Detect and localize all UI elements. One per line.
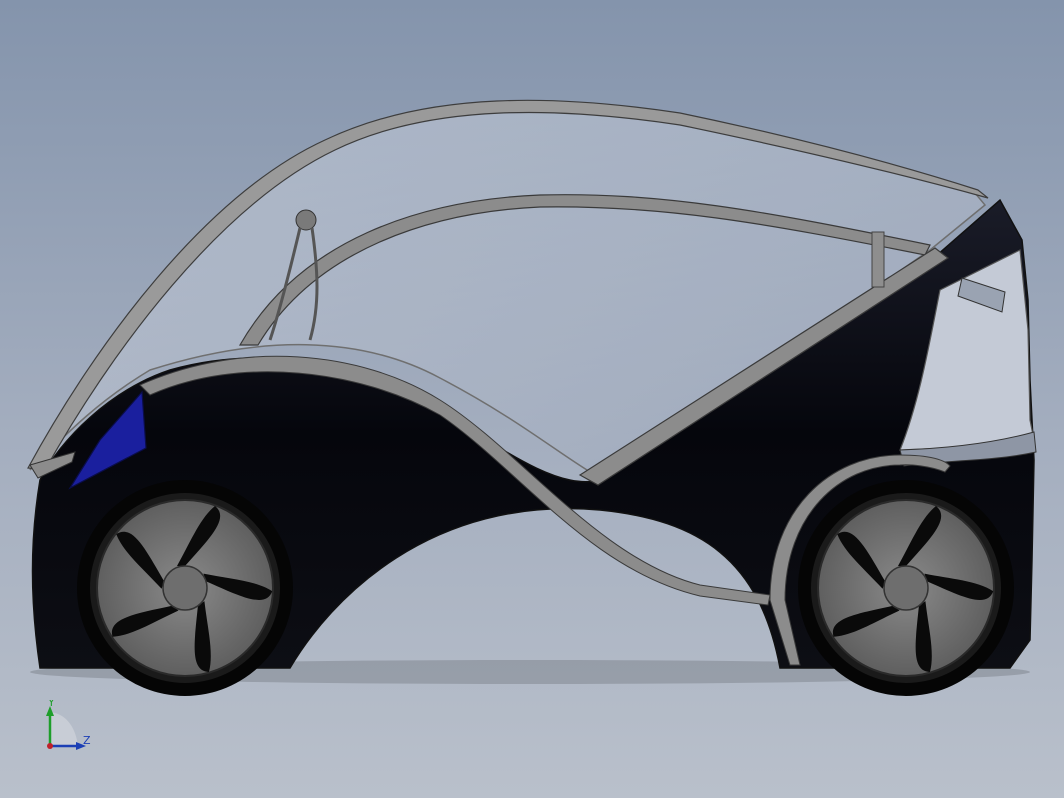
front-wheel (76, 479, 294, 697)
origin-dot (47, 743, 53, 749)
rear-wheel (797, 479, 1015, 697)
coordinate-triad[interactable]: Y Z (40, 700, 100, 760)
z-axis-label: Z (83, 734, 91, 747)
hinge-front (295, 209, 317, 231)
graphics-viewport[interactable]: Y Z (0, 0, 1064, 798)
car-model[interactable] (0, 0, 1064, 798)
hinge-rear (871, 231, 885, 288)
y-axis-label: Y (47, 700, 55, 709)
triad-plane (50, 712, 78, 746)
